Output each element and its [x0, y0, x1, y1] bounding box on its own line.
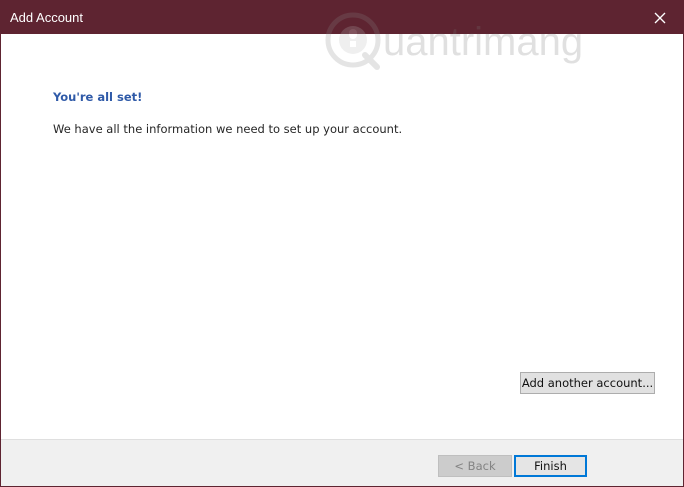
back-button[interactable]: < Back — [438, 455, 512, 477]
add-another-account-button[interactable]: Add another account... — [520, 372, 655, 394]
window-title: Add Account — [10, 10, 83, 25]
info-message: We have all the information we need to s… — [53, 122, 403, 136]
dialog-footer: < Back Finish — [1, 439, 683, 486]
close-button[interactable] — [637, 1, 683, 34]
finish-button[interactable]: Finish — [514, 455, 587, 477]
add-account-dialog: Add Account uantrimang You're all set! W… — [0, 0, 684, 487]
success-heading: You're all set! — [53, 90, 143, 104]
title-bar[interactable]: Add Account — [1, 1, 683, 34]
close-icon — [654, 12, 666, 23]
